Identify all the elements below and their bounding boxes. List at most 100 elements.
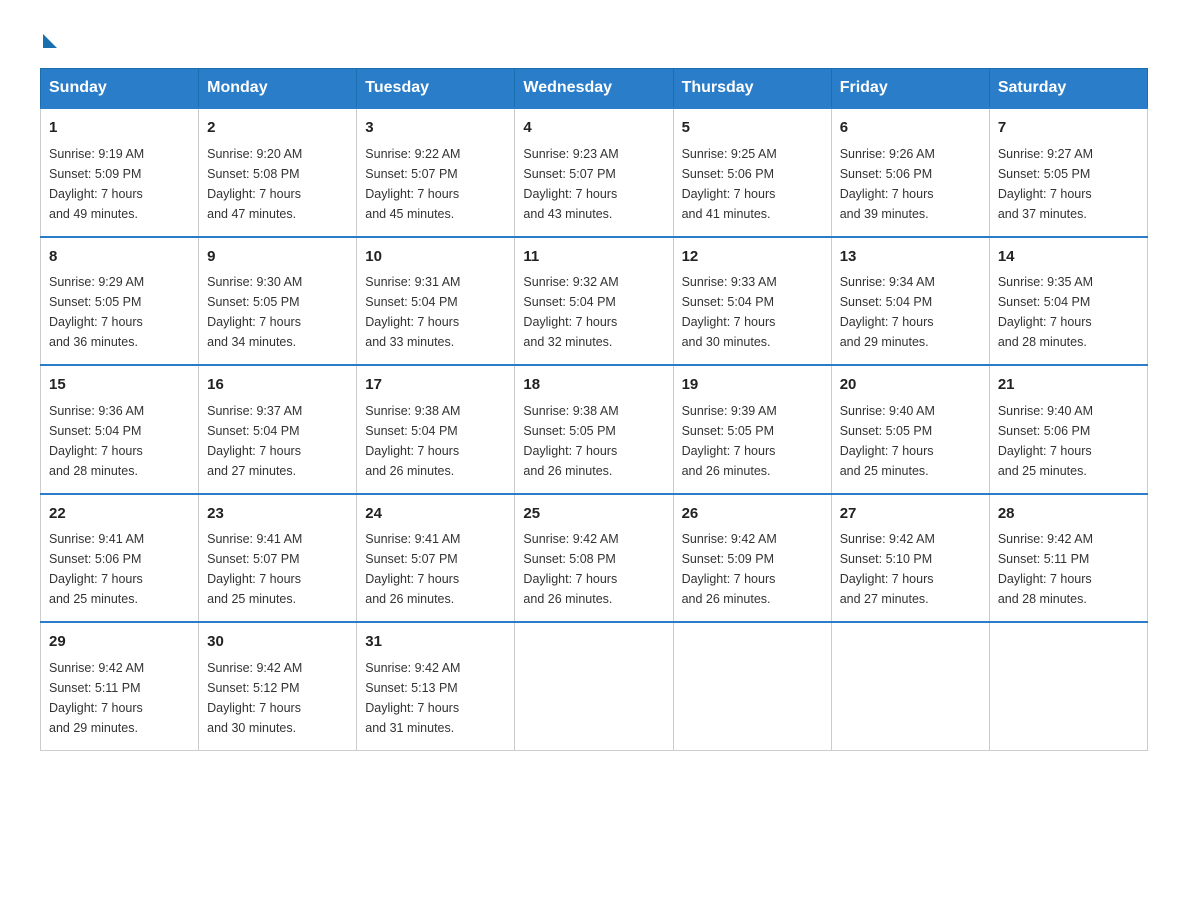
calendar-cell: 10 Sunrise: 9:31 AMSunset: 5:04 PMDaylig… <box>357 237 515 366</box>
day-number: 14 <box>998 246 1139 269</box>
calendar-cell: 15 Sunrise: 9:36 AMSunset: 5:04 PMDaylig… <box>41 365 199 494</box>
day-number: 30 <box>207 631 348 654</box>
calendar-cell: 13 Sunrise: 9:34 AMSunset: 5:04 PMDaylig… <box>831 237 989 366</box>
weekday-header-saturday: Saturday <box>989 69 1147 109</box>
calendar-cell: 24 Sunrise: 9:41 AMSunset: 5:07 PMDaylig… <box>357 494 515 623</box>
calendar-cell: 23 Sunrise: 9:41 AMSunset: 5:07 PMDaylig… <box>199 494 357 623</box>
day-number: 22 <box>49 503 190 526</box>
calendar-cell: 26 Sunrise: 9:42 AMSunset: 5:09 PMDaylig… <box>673 494 831 623</box>
day-info: Sunrise: 9:20 AMSunset: 5:08 PMDaylight:… <box>207 144 348 224</box>
day-number: 6 <box>840 117 981 140</box>
day-number: 12 <box>682 246 823 269</box>
day-number: 28 <box>998 503 1139 526</box>
day-info: Sunrise: 9:42 AMSunset: 5:10 PMDaylight:… <box>840 529 981 609</box>
calendar-cell <box>989 622 1147 750</box>
day-info: Sunrise: 9:42 AMSunset: 5:12 PMDaylight:… <box>207 658 348 738</box>
day-info: Sunrise: 9:42 AMSunset: 5:11 PMDaylight:… <box>998 529 1139 609</box>
day-info: Sunrise: 9:25 AMSunset: 5:06 PMDaylight:… <box>682 144 823 224</box>
day-info: Sunrise: 9:42 AMSunset: 5:08 PMDaylight:… <box>523 529 664 609</box>
day-number: 16 <box>207 374 348 397</box>
calendar-cell: 14 Sunrise: 9:35 AMSunset: 5:04 PMDaylig… <box>989 237 1147 366</box>
weekday-header-wednesday: Wednesday <box>515 69 673 109</box>
day-number: 3 <box>365 117 506 140</box>
day-number: 4 <box>523 117 664 140</box>
day-number: 17 <box>365 374 506 397</box>
calendar-cell: 22 Sunrise: 9:41 AMSunset: 5:06 PMDaylig… <box>41 494 199 623</box>
weekday-header-sunday: Sunday <box>41 69 199 109</box>
calendar-cell: 28 Sunrise: 9:42 AMSunset: 5:11 PMDaylig… <box>989 494 1147 623</box>
calendar-cell: 16 Sunrise: 9:37 AMSunset: 5:04 PMDaylig… <box>199 365 357 494</box>
page-header <box>40 30 1148 48</box>
calendar-cell: 12 Sunrise: 9:33 AMSunset: 5:04 PMDaylig… <box>673 237 831 366</box>
day-info: Sunrise: 9:41 AMSunset: 5:06 PMDaylight:… <box>49 529 190 609</box>
day-info: Sunrise: 9:40 AMSunset: 5:06 PMDaylight:… <box>998 401 1139 481</box>
day-number: 29 <box>49 631 190 654</box>
calendar-cell: 17 Sunrise: 9:38 AMSunset: 5:04 PMDaylig… <box>357 365 515 494</box>
calendar-cell: 8 Sunrise: 9:29 AMSunset: 5:05 PMDayligh… <box>41 237 199 366</box>
day-number: 5 <box>682 117 823 140</box>
calendar-cell: 2 Sunrise: 9:20 AMSunset: 5:08 PMDayligh… <box>199 108 357 237</box>
day-info: Sunrise: 9:29 AMSunset: 5:05 PMDaylight:… <box>49 272 190 352</box>
calendar-cell: 21 Sunrise: 9:40 AMSunset: 5:06 PMDaylig… <box>989 365 1147 494</box>
day-info: Sunrise: 9:22 AMSunset: 5:07 PMDaylight:… <box>365 144 506 224</box>
day-number: 26 <box>682 503 823 526</box>
day-info: Sunrise: 9:37 AMSunset: 5:04 PMDaylight:… <box>207 401 348 481</box>
calendar-cell: 6 Sunrise: 9:26 AMSunset: 5:06 PMDayligh… <box>831 108 989 237</box>
day-number: 18 <box>523 374 664 397</box>
calendar-cell: 19 Sunrise: 9:39 AMSunset: 5:05 PMDaylig… <box>673 365 831 494</box>
day-number: 20 <box>840 374 981 397</box>
day-info: Sunrise: 9:42 AMSunset: 5:11 PMDaylight:… <box>49 658 190 738</box>
calendar-header-row: SundayMondayTuesdayWednesdayThursdayFrid… <box>41 69 1148 109</box>
weekday-header-tuesday: Tuesday <box>357 69 515 109</box>
day-info: Sunrise: 9:38 AMSunset: 5:04 PMDaylight:… <box>365 401 506 481</box>
day-number: 1 <box>49 117 190 140</box>
calendar-cell <box>831 622 989 750</box>
logo <box>40 30 57 48</box>
calendar-table: SundayMondayTuesdayWednesdayThursdayFrid… <box>40 68 1148 751</box>
calendar-week-row: 22 Sunrise: 9:41 AMSunset: 5:06 PMDaylig… <box>41 494 1148 623</box>
calendar-cell: 20 Sunrise: 9:40 AMSunset: 5:05 PMDaylig… <box>831 365 989 494</box>
day-info: Sunrise: 9:26 AMSunset: 5:06 PMDaylight:… <box>840 144 981 224</box>
day-number: 31 <box>365 631 506 654</box>
calendar-cell: 27 Sunrise: 9:42 AMSunset: 5:10 PMDaylig… <box>831 494 989 623</box>
day-info: Sunrise: 9:41 AMSunset: 5:07 PMDaylight:… <box>365 529 506 609</box>
calendar-cell: 31 Sunrise: 9:42 AMSunset: 5:13 PMDaylig… <box>357 622 515 750</box>
day-info: Sunrise: 9:38 AMSunset: 5:05 PMDaylight:… <box>523 401 664 481</box>
day-number: 27 <box>840 503 981 526</box>
calendar-cell: 9 Sunrise: 9:30 AMSunset: 5:05 PMDayligh… <box>199 237 357 366</box>
calendar-cell: 29 Sunrise: 9:42 AMSunset: 5:11 PMDaylig… <box>41 622 199 750</box>
day-number: 21 <box>998 374 1139 397</box>
day-info: Sunrise: 9:42 AMSunset: 5:09 PMDaylight:… <box>682 529 823 609</box>
calendar-cell: 3 Sunrise: 9:22 AMSunset: 5:07 PMDayligh… <box>357 108 515 237</box>
day-info: Sunrise: 9:42 AMSunset: 5:13 PMDaylight:… <box>365 658 506 738</box>
calendar-cell: 30 Sunrise: 9:42 AMSunset: 5:12 PMDaylig… <box>199 622 357 750</box>
weekday-header-thursday: Thursday <box>673 69 831 109</box>
calendar-cell: 7 Sunrise: 9:27 AMSunset: 5:05 PMDayligh… <box>989 108 1147 237</box>
calendar-cell: 25 Sunrise: 9:42 AMSunset: 5:08 PMDaylig… <box>515 494 673 623</box>
calendar-cell: 4 Sunrise: 9:23 AMSunset: 5:07 PMDayligh… <box>515 108 673 237</box>
calendar-week-row: 8 Sunrise: 9:29 AMSunset: 5:05 PMDayligh… <box>41 237 1148 366</box>
day-info: Sunrise: 9:35 AMSunset: 5:04 PMDaylight:… <box>998 272 1139 352</box>
day-number: 25 <box>523 503 664 526</box>
weekday-header-friday: Friday <box>831 69 989 109</box>
day-number: 23 <box>207 503 348 526</box>
day-info: Sunrise: 9:27 AMSunset: 5:05 PMDaylight:… <box>998 144 1139 224</box>
calendar-cell: 18 Sunrise: 9:38 AMSunset: 5:05 PMDaylig… <box>515 365 673 494</box>
day-number: 13 <box>840 246 981 269</box>
day-number: 11 <box>523 246 664 269</box>
day-info: Sunrise: 9:40 AMSunset: 5:05 PMDaylight:… <box>840 401 981 481</box>
day-info: Sunrise: 9:36 AMSunset: 5:04 PMDaylight:… <box>49 401 190 481</box>
day-info: Sunrise: 9:31 AMSunset: 5:04 PMDaylight:… <box>365 272 506 352</box>
calendar-cell: 5 Sunrise: 9:25 AMSunset: 5:06 PMDayligh… <box>673 108 831 237</box>
day-info: Sunrise: 9:32 AMSunset: 5:04 PMDaylight:… <box>523 272 664 352</box>
weekday-header-monday: Monday <box>199 69 357 109</box>
day-number: 19 <box>682 374 823 397</box>
day-number: 7 <box>998 117 1139 140</box>
calendar-week-row: 1 Sunrise: 9:19 AMSunset: 5:09 PMDayligh… <box>41 108 1148 237</box>
day-number: 9 <box>207 246 348 269</box>
day-info: Sunrise: 9:33 AMSunset: 5:04 PMDaylight:… <box>682 272 823 352</box>
day-number: 2 <box>207 117 348 140</box>
calendar-cell: 1 Sunrise: 9:19 AMSunset: 5:09 PMDayligh… <box>41 108 199 237</box>
logo-arrow-icon <box>43 34 57 48</box>
day-info: Sunrise: 9:19 AMSunset: 5:09 PMDaylight:… <box>49 144 190 224</box>
